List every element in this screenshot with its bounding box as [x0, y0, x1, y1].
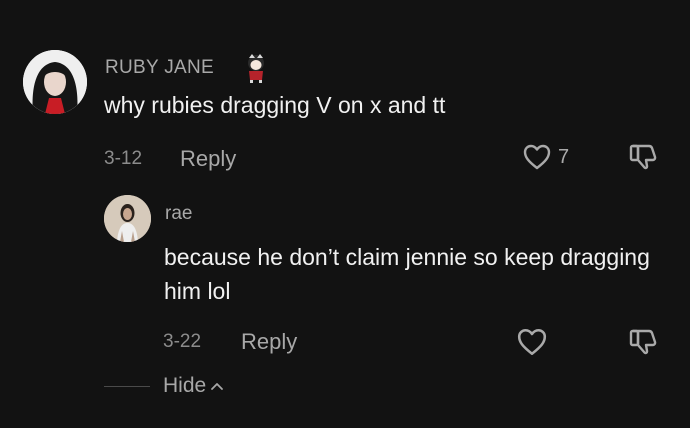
comment-text: why rubies dragging V on x and tt	[104, 92, 446, 118]
thumbs-down-icon[interactable]	[627, 325, 659, 357]
reply-username[interactable]: rae	[165, 203, 192, 225]
reply-date: 3-22	[163, 331, 202, 352]
comment-username[interactable]: RUBY JANE	[105, 57, 214, 79]
avatar[interactable]	[104, 195, 151, 242]
like-count: 7	[558, 146, 570, 168]
reply-button[interactable]: Reply	[241, 329, 297, 355]
avatar[interactable]	[23, 50, 87, 114]
divider	[104, 386, 150, 387]
thumbs-down-icon[interactable]	[627, 140, 659, 172]
comment-date: 3-12	[104, 148, 143, 169]
heart-icon[interactable]	[516, 326, 548, 358]
reply-button[interactable]: Reply	[180, 146, 236, 172]
heart-icon[interactable]	[522, 142, 552, 172]
chevron-up-icon	[211, 383, 224, 390]
hide-label: Hide	[163, 374, 207, 397]
hide-replies-button[interactable]: Hide	[163, 374, 224, 398]
reply-text: because he don’t claim jennie so keep dr…	[164, 244, 650, 304]
character-badge-icon	[242, 52, 270, 84]
